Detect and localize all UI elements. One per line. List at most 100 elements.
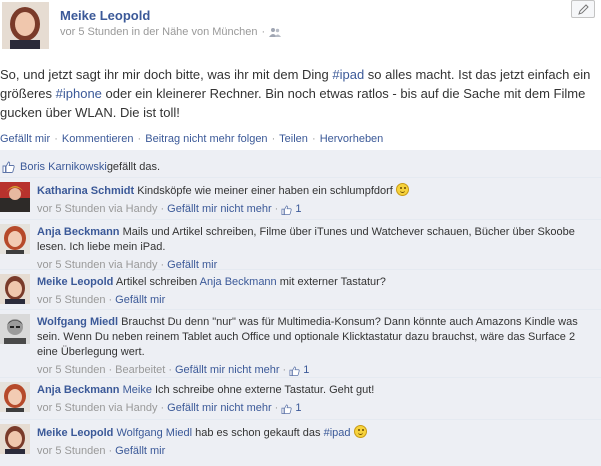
feedback-section: Boris Karnikowski gefällt das. Katharina…	[0, 150, 601, 466]
avatar-photo	[0, 382, 30, 412]
thumbs-up-icon[interactable]	[289, 365, 300, 376]
liker-name[interactable]: Boris Karnikowski	[20, 161, 107, 173]
post-header: Meike Leopold vor 5 Stunden in der Nähe …	[0, 0, 601, 58]
like-button[interactable]: Gefällt mir	[0, 133, 50, 145]
mention-link[interactable]: Meike	[123, 384, 152, 396]
comment-author[interactable]: Meike Leopold	[37, 427, 113, 439]
smiley-icon	[353, 425, 367, 438]
thumbs-up-icon[interactable]	[281, 204, 292, 215]
comment-text: Kindsköpfe wie meiner einer haben ein sc…	[137, 185, 393, 197]
comment-author[interactable]: Anja Beckmann	[37, 226, 120, 238]
comment-body: Katharina Schmidt Kindsköpfe wie meiner …	[37, 183, 597, 217]
meta-separator: ·	[108, 364, 113, 376]
thumbs-up-icon[interactable]	[281, 403, 292, 414]
avatar[interactable]	[2, 2, 49, 49]
mention-link[interactable]: Anja Beckmann	[200, 276, 277, 288]
mention-link[interactable]: Wolfgang Miedl	[116, 427, 192, 439]
comment-text: hab es schon gekauft das	[192, 427, 324, 439]
comment-time[interactable]: vor 5 Stunden	[37, 444, 106, 459]
separator: ·	[271, 133, 276, 145]
comment-button[interactable]: Kommentieren	[62, 133, 134, 145]
comment-text: Ich schreibe ohne externe Tastatur. Geht…	[151, 384, 375, 396]
message-text-1: So, und jetzt sagt ihr mir doch bitte, w…	[0, 67, 333, 82]
avatar[interactable]	[0, 274, 30, 304]
edit-post-button[interactable]	[571, 0, 595, 18]
meta-separator: ·	[108, 294, 113, 306]
likes-text: gefällt das.	[106, 160, 161, 173]
hashtag-iphone[interactable]: #iphone	[56, 86, 102, 101]
comment-text-2: mit externer Tastatur?	[276, 276, 386, 288]
comment-body: Wolfgang Miedl Brauchst Du denn "nur" wa…	[37, 315, 597, 378]
meta-separator: ·	[274, 402, 279, 414]
comment-meta: vor 5 Stunden via Handy · Gefällt mir ni…	[37, 401, 597, 416]
pencil-icon	[577, 3, 589, 15]
avatar-photo	[0, 182, 30, 212]
comment-item: Meike Leopold Wolfgang Miedl hab es scho…	[0, 420, 601, 464]
separator: ·	[137, 133, 142, 145]
comment-time[interactable]: vor 5 Stunden	[37, 293, 106, 308]
avatar-photo	[2, 2, 49, 49]
unlike-comment-button[interactable]: Gefällt mir nicht mehr	[175, 363, 280, 378]
comment-author[interactable]: Meike Leopold	[37, 276, 113, 288]
comment-time[interactable]: vor 5 Stunden via Handy	[37, 401, 157, 416]
avatar[interactable]	[0, 182, 30, 212]
comment-body: Meike Leopold Wolfgang Miedl hab es scho…	[37, 425, 597, 459]
unfollow-post-button[interactable]: Beitrag nicht mehr folgen	[145, 133, 267, 145]
comment-like-count[interactable]: 1	[295, 401, 301, 416]
comment-item: Anja Beckmann Meike Ich schreibe ohne ex…	[0, 378, 601, 420]
comment-time[interactable]: vor 5 Stunden	[37, 363, 106, 378]
comment-item: Katharina Schmidt Kindsköpfe wie meiner …	[0, 178, 601, 220]
comment-item: Anja Beckmann Mails und Artikel schreibe…	[0, 220, 601, 273]
post-time[interactable]: vor 5 Stunden in der Nähe von München	[60, 26, 258, 38]
comment-text: Brauchst Du denn "nur" was für Multimedi…	[37, 316, 578, 358]
edited-label[interactable]: Bearbeitet	[115, 363, 165, 378]
meta-separator: ·	[108, 445, 113, 457]
thumbs-up-icon	[2, 161, 15, 173]
likes-summary: Boris Karnikowski gefällt das.	[0, 156, 601, 178]
comment-body: Anja Beckmann Mails und Artikel schreibe…	[37, 225, 597, 273]
post-message: So, und jetzt sagt ihr mir doch bitte, w…	[0, 65, 601, 122]
avatar-photo	[0, 224, 30, 254]
comment-author[interactable]: Wolfgang Miedl	[37, 316, 118, 328]
author-name[interactable]: Meike Leopold	[60, 8, 150, 23]
comment-meta: vor 5 Stunden · Bearbeitet · Gefällt mir…	[37, 363, 597, 378]
meta-separator: ·	[282, 364, 287, 376]
comment-like-count[interactable]: 1	[295, 202, 301, 217]
comment-meta: vor 5 Stunden · Gefällt mir	[37, 293, 597, 308]
comment-time[interactable]: vor 5 Stunden via Handy	[37, 202, 157, 217]
avatar-photo	[0, 424, 30, 454]
meta-separator: ·	[168, 364, 172, 376]
comment-body: Anja Beckmann Meike Ich schreibe ohne ex…	[37, 383, 597, 416]
like-comment-button[interactable]: Gefällt mir	[115, 444, 165, 459]
comment-body: Meike Leopold Artikel schreiben Anja Bec…	[37, 275, 597, 308]
post-action-bar: Gefällt mir · Kommentieren · Beitrag nic…	[0, 133, 601, 145]
separator: ·	[311, 133, 316, 145]
comment-text: Artikel schreiben	[115, 276, 200, 288]
separator: ·	[54, 133, 58, 145]
highlight-button[interactable]: Hervorheben	[320, 133, 384, 145]
avatar[interactable]	[0, 424, 30, 454]
comment-meta: vor 5 Stunden · Gefällt mir	[37, 444, 597, 459]
comment-author[interactable]: Anja Beckmann	[37, 384, 120, 396]
meta-separator: ·	[160, 203, 165, 215]
comment-like-count[interactable]: 1	[303, 363, 309, 378]
meta-separator: ·	[274, 203, 279, 215]
meta-separator: ·	[160, 402, 165, 414]
comment-item: Wolfgang Miedl Brauchst Du denn "nur" wa…	[0, 310, 601, 378]
meta-separator: ·	[261, 26, 266, 38]
comment-author[interactable]: Katharina Schmidt	[37, 185, 134, 197]
unlike-comment-button[interactable]: Gefällt mir nicht mehr	[167, 401, 272, 416]
post-meta: vor 5 Stunden in der Nähe von München ·	[60, 26, 282, 38]
avatar[interactable]	[0, 314, 30, 344]
share-button[interactable]: Teilen	[279, 133, 308, 145]
avatar-photo	[0, 274, 30, 304]
smiley-icon	[395, 183, 409, 196]
avatar-photo	[0, 314, 30, 344]
friends-audience-icon[interactable]	[269, 27, 282, 37]
hashtag-ipad[interactable]: #ipad	[324, 427, 351, 439]
unlike-comment-button[interactable]: Gefällt mir nicht mehr	[167, 202, 272, 217]
avatar[interactable]	[0, 224, 30, 254]
avatar[interactable]	[0, 382, 30, 412]
like-comment-button[interactable]: Gefällt mir	[115, 293, 165, 308]
hashtag-ipad[interactable]: #ipad	[332, 67, 364, 82]
